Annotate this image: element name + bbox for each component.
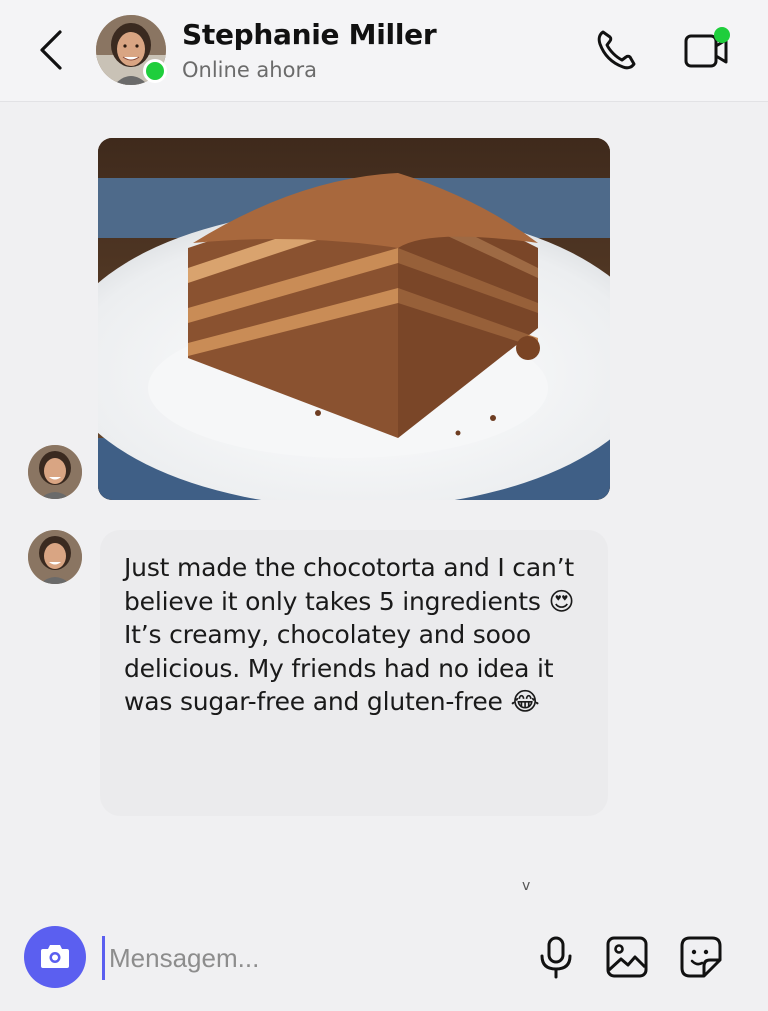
gallery-button[interactable] <box>604 934 650 980</box>
contact-name[interactable]: Stephanie Miller <box>182 18 437 51</box>
image-message[interactable] <box>98 138 610 500</box>
video-active-indicator <box>714 27 730 43</box>
microphone-icon <box>540 936 572 979</box>
message-input[interactable] <box>102 936 522 980</box>
voice-message-button[interactable] <box>536 934 576 982</box>
contact-status: Online ahora <box>182 58 317 82</box>
sticker-button[interactable] <box>678 934 724 980</box>
camera-icon <box>41 945 69 968</box>
image-gallery-icon <box>606 936 648 978</box>
camera-button[interactable] <box>24 926 86 988</box>
voice-call-button[interactable] <box>594 26 640 74</box>
chocotorta-photo <box>98 138 610 500</box>
avatar[interactable] <box>28 445 82 499</box>
phone-icon <box>597 30 636 70</box>
scroll-down-indicator[interactable]: v <box>522 878 530 894</box>
chevron-left-icon <box>40 30 62 70</box>
sticker-icon <box>680 936 722 978</box>
message-text: Just made the chocotorta and I can’t bel… <box>124 553 575 716</box>
avatar[interactable] <box>28 530 82 584</box>
chat-screen: Stephanie Miller Online ahora Just made … <box>0 0 768 1011</box>
back-button[interactable] <box>34 28 70 72</box>
online-status-indicator <box>143 59 167 83</box>
